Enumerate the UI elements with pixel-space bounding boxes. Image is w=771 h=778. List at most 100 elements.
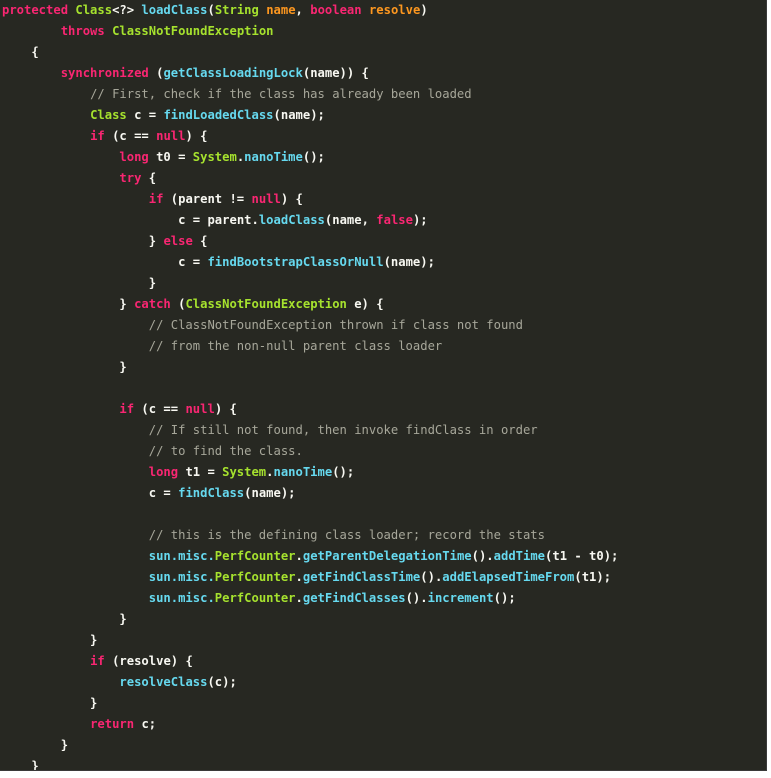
code-token: { [2,45,39,59]
code-block: protected Class<?> loadClass(String name… [2,0,619,770]
code-line: // First, check if the class has already… [2,84,618,105]
code-token: parent [207,213,252,227]
code-line: // from the non-null parent class loader [2,336,618,357]
code-token: PerfCounter [214,570,296,584]
code-line: protected Class<?> loadClass(String name… [2,0,618,21]
code-token: null [251,192,281,206]
code-token: } [2,633,98,647]
code-token: // to find the class. [148,444,303,458]
code-line: long t1 = System.nanoTime(); [2,462,618,483]
code-token: , [295,3,311,17]
code-token: PerfCounter [214,549,296,563]
code-token: System [192,150,237,164]
code-token: c = [178,255,208,269]
code-line: return c; [2,714,618,735]
code-line: sun.misc.PerfCounter.getFindClasses().in… [2,588,618,609]
code-line: sun.misc.PerfCounter.getFindClassTime().… [2,567,618,588]
code-token: (c == [112,129,157,143]
code-token: sun.misc. [148,591,215,605]
code-line: } [2,357,618,378]
code-token: (parent != [170,192,252,206]
code-token: resolve [368,3,421,17]
code-line: } catch (ClassNotFoundException e) { [2,294,618,315]
code-line: c = parent.loadClass(name, false); [2,210,618,231]
code-token: loadClass [258,213,325,227]
code-token: sun.misc. [148,570,215,584]
code-token: Class [90,108,135,122]
code-line: Class c = findLoadedClass(name); [2,105,618,126]
code-token: <?> [112,3,142,17]
code-line: long t0 = System.nanoTime(); [2,147,618,168]
code-token: } [2,276,157,290]
code-token: } [2,297,135,311]
code-token: increment [427,591,494,605]
code-token: throws [60,24,113,38]
code-token: null [156,129,186,143]
code-token: false [376,213,413,227]
code-token: (name, [324,213,377,227]
code-line: } [2,273,618,294]
code-line: sun.misc.PerfCounter.getParentDelegation… [2,546,619,567]
code-token: synchronized [60,66,157,80]
code-token: { [148,171,157,185]
code-token: // First, check if the class has already… [90,87,472,101]
code-token: if [90,129,113,143]
code-token: { [200,234,208,248]
code-token: } [2,360,127,374]
code-token: findBootstrapClassOrNull [207,255,384,269]
code-token: } [2,738,69,752]
code-token: (name); [383,255,435,269]
code-token: . [295,549,303,563]
code-token: (); [493,591,516,605]
code-token: if [119,402,142,416]
code-line: c = findBootstrapClassOrNull(name); [2,252,618,273]
code-line: ​ [2,504,618,525]
code-token: getFindClassTime [302,570,421,584]
code-line: if (c == null) { [2,399,618,420]
code-token: return [90,717,142,731]
code-line: synchronized (getClassLoadingLock(name))… [2,63,618,84]
code-line: // If still not found, then invoke findC… [2,420,618,441]
code-token: protected [2,3,76,17]
code-token: PerfCounter [214,591,296,605]
code-token: if [148,192,171,206]
code-line: // ClassNotFoundException thrown if clas… [2,315,618,336]
code-token: // ClassNotFoundException thrown if clas… [148,318,523,332]
code-line: } [2,735,618,756]
code-token: c = [178,213,208,227]
code-token: } [2,696,98,710]
code-token: getFindClasses [302,591,406,605]
code-token: (t1 - t0); [545,549,619,563]
code-line: if (c == null) { [2,126,618,147]
code-token: t1 = [185,465,223,479]
code-token: try [119,171,149,185]
code-token: } [2,234,164,248]
code-line: // this is the defining class loader; re… [2,525,618,546]
code-token: name [266,3,296,17]
code-token: sun.misc. [148,549,215,563]
code-token: addTime [493,549,546,563]
code-token: findClass [178,486,245,500]
code-token: . [251,213,259,227]
code-token: (c == [141,402,186,416]
code-token: String [214,3,267,17]
code-line: try { [2,168,618,189]
code-token: (resolve) { [112,654,193,668]
code-token: (); [332,465,355,479]
